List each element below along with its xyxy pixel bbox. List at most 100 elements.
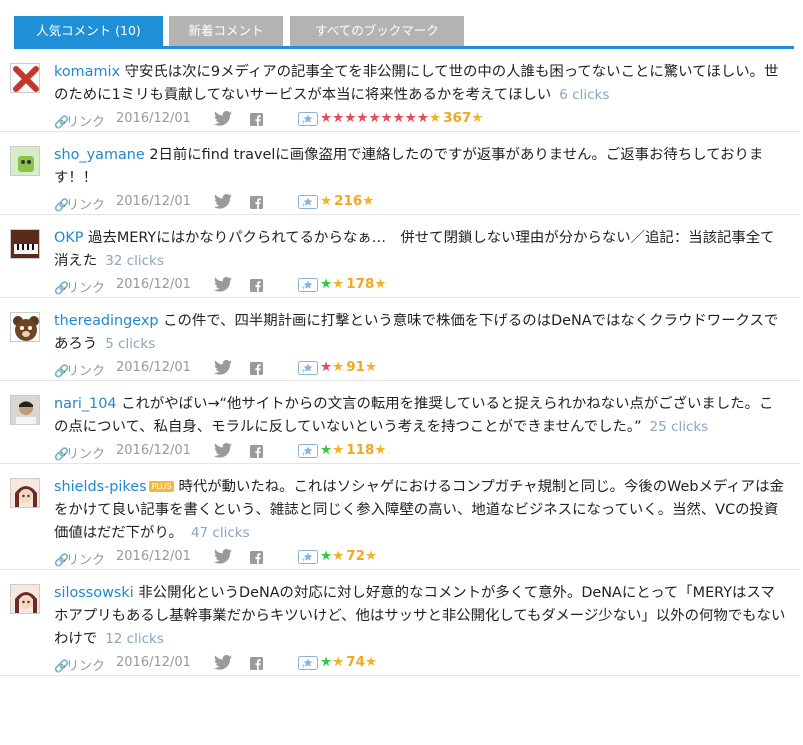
twitter-icon[interactable] xyxy=(214,193,232,213)
yellow-star-icon[interactable]: ★ xyxy=(332,276,344,292)
red-star-icon[interactable]: ★ xyxy=(344,110,356,126)
anime-face-icon[interactable] xyxy=(10,584,40,614)
facebook-icon[interactable] xyxy=(250,657,263,674)
star-count[interactable]: 91 xyxy=(346,359,365,375)
user-link[interactable]: thereadingexp xyxy=(54,313,159,329)
yellow-star-icon[interactable]: ★ xyxy=(332,442,344,458)
star-count[interactable]: 72 xyxy=(346,548,365,564)
user-link[interactable]: nari_104 xyxy=(54,396,117,412)
comment-text: thereadingexp この件で、四半期計画に打撃という意味で株価を下げるの… xyxy=(54,310,786,356)
star-count[interactable]: 118 xyxy=(346,442,374,458)
star-list: ★★★★★★★★★★ 367★ xyxy=(320,110,483,126)
comment-date: 2016/12/01 xyxy=(116,277,191,292)
link-icon: 🔗 xyxy=(54,553,69,567)
tab-all-bookmarks[interactable]: すべてのブックマーク xyxy=(290,16,464,46)
green-star-icon[interactable]: ★ xyxy=(320,442,332,458)
link-icon: 🔗 xyxy=(54,659,69,673)
star-count[interactable]: 74 xyxy=(346,654,365,670)
permalink[interactable]: 🔗リンク xyxy=(54,549,105,568)
star-list: ★★ 118★ xyxy=(320,442,387,458)
red-star-icon[interactable]: ★ xyxy=(356,110,368,126)
facebook-icon[interactable] xyxy=(250,445,263,462)
comment-text: silossowski 非公開化というDeNAの対応に対し好意的なコメントが多く… xyxy=(54,582,786,651)
click-count: 32 clicks xyxy=(105,253,164,269)
green-star-icon[interactable]: ★ xyxy=(320,654,332,670)
yellow-star-icon[interactable]: ★ xyxy=(429,110,441,126)
permalink[interactable]: 🔗リンク xyxy=(54,111,105,130)
red-star-icon[interactable]: ★ xyxy=(332,110,344,126)
star-list: ★★ 178★ xyxy=(320,276,387,292)
yellow-star-icon[interactable]: ★ xyxy=(332,654,344,670)
svg-text:+: + xyxy=(301,663,306,670)
twitter-icon[interactable] xyxy=(214,359,232,379)
user-link[interactable]: komamix xyxy=(54,64,120,80)
yellow-star-icon[interactable]: ★ xyxy=(320,193,332,209)
green-star-icon[interactable]: ★ xyxy=(320,548,332,564)
twitter-icon[interactable] xyxy=(214,276,232,296)
comment-text: OKP 過去MERYにはかなりパクられてるからなぁ… 併せて閉鎖しない理由が分か… xyxy=(54,227,786,273)
yellow-star-icon[interactable]: ★ xyxy=(365,359,377,375)
add-star-icon[interactable]: + xyxy=(298,195,318,213)
person-photo-icon[interactable] xyxy=(10,395,40,425)
comment-date: 2016/12/01 xyxy=(116,111,191,126)
tab-new-comments[interactable]: 新着コメント xyxy=(169,16,283,46)
bear-icon[interactable] xyxy=(10,312,40,342)
green-star-icon[interactable]: ★ xyxy=(320,276,332,292)
yellow-star-icon[interactable]: ★ xyxy=(471,110,483,126)
star-count[interactable]: 216 xyxy=(334,193,362,209)
permalink[interactable]: 🔗リンク xyxy=(54,360,105,379)
facebook-icon[interactable] xyxy=(250,196,263,213)
add-star-icon[interactable]: + xyxy=(298,444,318,462)
yellow-star-icon[interactable]: ★ xyxy=(374,276,386,292)
svg-text:+: + xyxy=(301,368,306,375)
red-x-icon[interactable] xyxy=(10,63,40,93)
user-link[interactable]: OKP xyxy=(54,230,83,246)
permalink[interactable]: 🔗リンク xyxy=(54,655,105,674)
add-star-icon[interactable]: + xyxy=(298,656,318,674)
yellow-star-icon[interactable]: ★ xyxy=(365,654,377,670)
red-star-icon[interactable]: ★ xyxy=(320,359,332,375)
star-count[interactable]: 367 xyxy=(443,110,471,126)
yellow-star-icon[interactable]: ★ xyxy=(374,442,386,458)
comment-date: 2016/12/01 xyxy=(116,194,191,209)
link-icon: 🔗 xyxy=(54,281,69,295)
piano-icon[interactable] xyxy=(10,229,40,259)
red-star-icon[interactable]: ★ xyxy=(417,110,429,126)
twitter-icon[interactable] xyxy=(214,110,232,130)
yellow-star-icon[interactable]: ★ xyxy=(365,548,377,564)
add-star-icon[interactable]: + xyxy=(298,361,318,379)
red-star-icon[interactable]: ★ xyxy=(320,110,332,126)
add-star-icon[interactable]: + xyxy=(298,278,318,296)
permalink[interactable]: 🔗リンク xyxy=(54,443,105,462)
add-star-icon[interactable]: + xyxy=(298,550,318,568)
twitter-icon[interactable] xyxy=(214,548,232,568)
add-star-icon[interactable]: + xyxy=(298,112,318,130)
facebook-icon[interactable] xyxy=(250,362,263,379)
anime-face-icon[interactable] xyxy=(10,478,40,508)
facebook-icon[interactable] xyxy=(250,551,263,568)
comment-text: nari_104 これがやばい→“他サイトからの文言の転用を推奨していると捉えら… xyxy=(54,393,786,439)
user-link[interactable]: silossowski xyxy=(54,585,134,601)
twitter-icon[interactable] xyxy=(214,654,232,674)
yellow-star-icon[interactable]: ★ xyxy=(362,193,374,209)
facebook-icon[interactable] xyxy=(250,279,263,296)
tab-popular-comments[interactable]: 人気コメント (10) xyxy=(14,16,163,46)
red-star-icon[interactable]: ★ xyxy=(405,110,417,126)
comment-item: silossowski 非公開化というDeNAの対応に対し好意的なコメントが多く… xyxy=(0,570,800,676)
user-link[interactable]: shields-pikes xyxy=(54,479,147,495)
red-star-icon[interactable]: ★ xyxy=(393,110,405,126)
permalink[interactable]: 🔗リンク xyxy=(54,277,105,296)
twitter-icon[interactable] xyxy=(214,442,232,462)
facebook-icon[interactable] xyxy=(250,113,263,130)
user-link[interactable]: sho_yamane xyxy=(54,147,145,163)
red-star-icon[interactable]: ★ xyxy=(381,110,393,126)
comment-item: nari_104 これがやばい→“他サイトからの文言の転用を推奨していると捉えら… xyxy=(0,381,800,464)
red-star-icon[interactable]: ★ xyxy=(368,110,380,126)
yellow-star-icon[interactable]: ★ xyxy=(332,359,344,375)
star-count[interactable]: 178 xyxy=(346,276,374,292)
link-label: リンク xyxy=(66,281,106,296)
green-character-icon[interactable] xyxy=(10,146,40,176)
comment-item: shields-pikes PLUS 時代が動いたね。これはソシャゲにおけるコンプガ… xyxy=(0,464,800,570)
permalink[interactable]: 🔗リンク xyxy=(54,194,105,213)
yellow-star-icon[interactable]: ★ xyxy=(332,548,344,564)
